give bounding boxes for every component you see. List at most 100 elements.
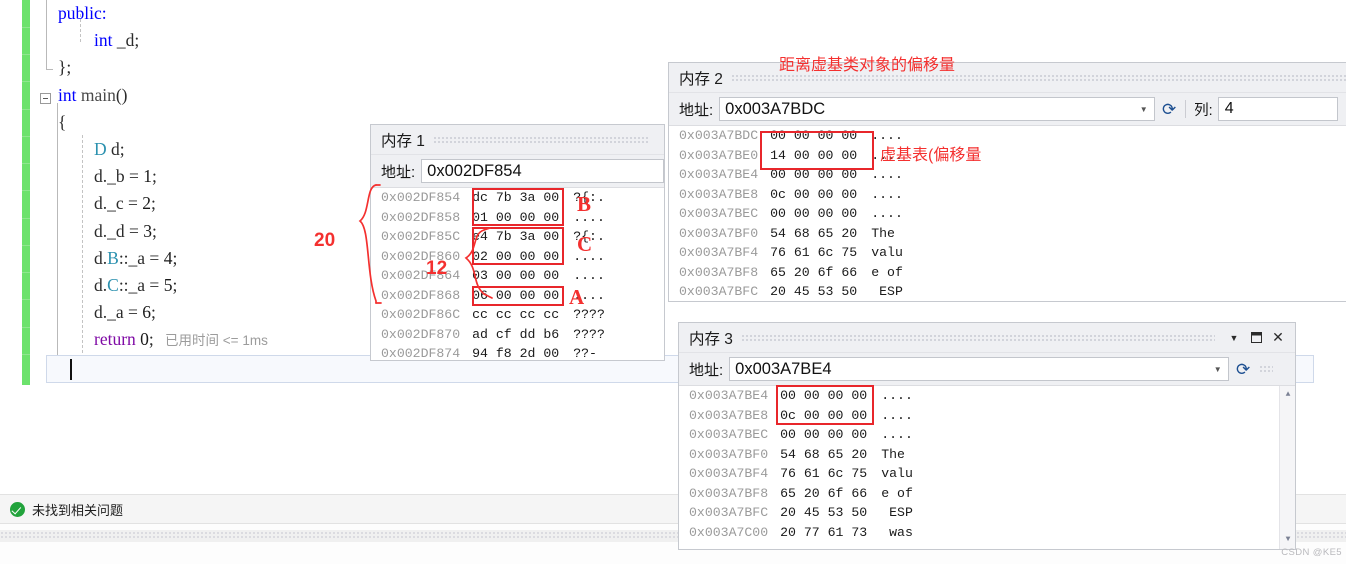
toolbar-overflow-grip[interactable] — [1259, 365, 1274, 373]
memory-row-hex: 00 00 00 00 — [780, 427, 868, 442]
code-token: ; — [152, 220, 157, 241]
memory-row[interactable]: 0x003A7BFC 20 45 53 50 ESP — [679, 503, 1295, 523]
memory-row[interactable]: 0x002DF854 dc 7b 3a 00 ?{:. — [371, 188, 664, 208]
memory-1-hex-view[interactable]: 0x002DF854 dc 7b 3a 00 ?{:. 0x002DF858 01 00… — [371, 188, 664, 360]
change-bar-gutter — [22, 0, 30, 385]
memory-row[interactable]: 0x002DF85C e4 7b 3a 00 ?{:. — [371, 227, 664, 247]
memory-row-address: 0x003A7BE4 — [689, 388, 769, 403]
memory-3-address-row[interactable]: 地址: 0x003A7BE4 ▼ ⟳ — [679, 353, 1295, 386]
memory-row[interactable]: 0x002DF858 01 00 00 00.... — [371, 208, 664, 228]
refresh-icon[interactable]: ⟳ — [1155, 101, 1183, 118]
memory-row[interactable]: 0x002DF868 06 00 00 00.... — [371, 286, 664, 306]
memory-row[interactable]: 0x003A7BE8 0c 00 00 00.... — [669, 185, 1346, 205]
memory-2-address-label: 地址: — [679, 101, 714, 119]
memory-row-hex: ad cf dd b6 — [472, 326, 560, 342]
memory-row-hex: 54 68 65 20 — [770, 225, 858, 241]
maximize-icon[interactable] — [1245, 327, 1267, 349]
code-token: d; — [106, 139, 125, 159]
titlebar-grip[interactable] — [730, 73, 1346, 82]
memory-row[interactable]: 0x002DF874 94 f8 2d 00 ??- — [371, 344, 664, 360]
memory-row-hex: 0c 00 00 00 — [780, 407, 868, 423]
close-icon[interactable]: ✕ — [1267, 327, 1289, 349]
memory-row[interactable]: 0x003A7BFC 20 45 53 50 ESP — [669, 282, 1346, 299]
inline-timing-hint: 已用时间 <= 1ms — [153, 333, 268, 349]
memory-row-address: 0x003A7BF0 — [689, 446, 769, 462]
memory-row-hex: 03 00 00 00 — [472, 268, 560, 283]
memory-row[interactable]: 0x003A7BEC 00 00 00 00.... — [679, 425, 1295, 445]
memory-row-ascii: ESP — [881, 505, 913, 520]
memory-row[interactable]: 0x003A7BF4 76 61 6c 75 valu — [669, 243, 1346, 263]
memory-row-address: 0x002DF85C — [381, 229, 461, 244]
memory-row-hex: 00 00 00 00 — [770, 167, 858, 182]
memory-row-address: 0x002DF86C — [381, 307, 461, 322]
code-token: int — [94, 30, 113, 51]
scroll-down-icon[interactable]: ▼ — [1280, 532, 1295, 548]
titlebar-grip[interactable] — [740, 333, 1215, 342]
memory-row-hex: 02 00 00 00 — [472, 248, 560, 264]
memory-row[interactable]: 0x003A7BDC 00 00 00 00.... — [669, 126, 1346, 146]
memory-row-ascii: .... — [871, 167, 903, 182]
memory-2-titlebar[interactable]: 内存 2 — [669, 63, 1346, 93]
code-line[interactable]: int _d; — [40, 27, 1040, 54]
memory-2-columns-input[interactable]: 4 — [1217, 97, 1338, 121]
code-token: d. — [94, 275, 108, 295]
memory-row[interactable]: 0x002DF870 ad cf dd b6???? — [371, 325, 664, 345]
code-token: ; — [152, 166, 157, 187]
code-token: 1 — [143, 166, 152, 187]
memory-row-hex: dc 7b 3a 00 — [472, 190, 560, 205]
memory-row-ascii: .... — [573, 209, 605, 225]
refresh-icon[interactable]: ⟳ — [1229, 361, 1257, 378]
memory-row[interactable]: 0x003A7BE4 00 00 00 00.... — [679, 386, 1295, 406]
memory-1-address-row[interactable]: 地址: 0x002DF854 — [371, 155, 664, 188]
memory-3-address-value: 0x003A7BE4 — [735, 359, 832, 378]
memory-row-ascii: .... — [871, 128, 903, 143]
memory-2-address-row[interactable]: 地址: 0x003A7BDC ▼ ⟳ 列: 4 — [669, 93, 1346, 126]
memory-1-address-label: 地址: — [381, 163, 416, 181]
memory-3-titlebar[interactable]: 内存 3 ▼ ✕ — [679, 323, 1295, 353]
memory-row[interactable]: 0x003A7BF8 65 20 6f 66 e of — [669, 263, 1346, 283]
memory-row-hex: 0c 00 00 00 — [770, 186, 858, 202]
memory-row[interactable]: 0x002DF860 02 00 00 00.... — [371, 247, 664, 267]
memory-row[interactable]: 0x003A7BE4 00 00 00 00.... — [669, 165, 1346, 185]
code-token: _d; — [112, 30, 140, 51]
memory-row[interactable]: 0x003A7BEC 00 00 00 00.... — [669, 204, 1346, 224]
titlebar-grip[interactable] — [432, 135, 650, 144]
memory-1-titlebar[interactable]: 内存 1 — [371, 125, 664, 155]
memory-window-3[interactable]: 内存 3 ▼ ✕ 地址: 0x003A7BE4 ▼ ⟳ ▲ ▼ 0x003A7B… — [678, 322, 1296, 550]
code-token: d._a = — [94, 302, 143, 323]
code-token: ; — [151, 193, 156, 214]
memory-3-scrollbar[interactable]: ▲ ▼ — [1279, 386, 1295, 549]
memory-row[interactable]: 0x003A7BF0 54 68 65 20 The — [679, 445, 1295, 465]
memory-row[interactable]: 0x002DF86C cc cc cc cc???? — [371, 305, 664, 325]
memory-row-address: 0x003A7BE4 — [679, 167, 759, 182]
memory-row[interactable]: 0x003A7BF8 65 20 6f 66 e of — [679, 484, 1295, 504]
memory-row-ascii: e of — [881, 485, 913, 501]
chevron-down-icon[interactable]: ▼ — [1137, 105, 1150, 114]
memory-row[interactable]: 0x003A7BE8 0c 00 00 00.... — [679, 406, 1295, 426]
memory-row[interactable]: 0x003A7BF4 76 61 6c 75 valu — [679, 464, 1295, 484]
code-line[interactable]: public: — [40, 0, 1040, 27]
memory-row[interactable]: 0x003A7C00 20 77 61 73 was — [679, 523, 1295, 543]
memory-row-ascii: The — [881, 446, 913, 462]
chevron-down-icon[interactable]: ▼ — [1223, 327, 1245, 349]
code-token: d._c = — [94, 193, 143, 214]
memory-2-hex-view[interactable]: 0x003A7BDC 00 00 00 00.... 0x003A7BE0 14 00… — [669, 126, 1346, 299]
chevron-down-icon[interactable]: ▼ — [1211, 365, 1224, 374]
memory-row-ascii: .... — [881, 407, 913, 423]
memory-2-address-input[interactable]: 0x003A7BDC ▼ — [719, 97, 1156, 121]
watermark: CSDN @KE5 — [1281, 547, 1342, 558]
memory-row-hex: 54 68 65 20 — [780, 446, 868, 462]
memory-row-ascii: ??- — [573, 346, 597, 360]
memory-row[interactable]: 0x002DF864 03 00 00 00.... — [371, 266, 664, 286]
memory-window-2[interactable]: 内存 2 地址: 0x003A7BDC ▼ ⟳ 列: 4 0x003A7BDC 0… — [668, 62, 1346, 302]
memory-1-address-input[interactable]: 0x002DF854 — [421, 159, 664, 183]
memory-3-hex-view[interactable]: ▲ ▼ 0x003A7BE4 00 00 00 00.... 0x003A7BE8 0… — [679, 386, 1295, 549]
memory-window-1[interactable]: 内存 1 地址: 0x002DF854 0x002DF854 dc 7b 3a 0… — [370, 124, 665, 361]
memory-row[interactable]: 0x003A7BF0 54 68 65 20 The — [669, 224, 1346, 244]
memory-row-address: 0x003A7BE8 — [679, 186, 759, 202]
memory-row-ascii: ???? — [573, 307, 605, 322]
scroll-up-icon[interactable]: ▲ — [1280, 387, 1295, 403]
memory-row[interactable]: 0x003A7BE0 14 00 00 00.... — [669, 146, 1346, 166]
memory-3-address-input[interactable]: 0x003A7BE4 ▼ — [729, 357, 1230, 381]
memory-row-ascii: .... — [573, 268, 605, 283]
